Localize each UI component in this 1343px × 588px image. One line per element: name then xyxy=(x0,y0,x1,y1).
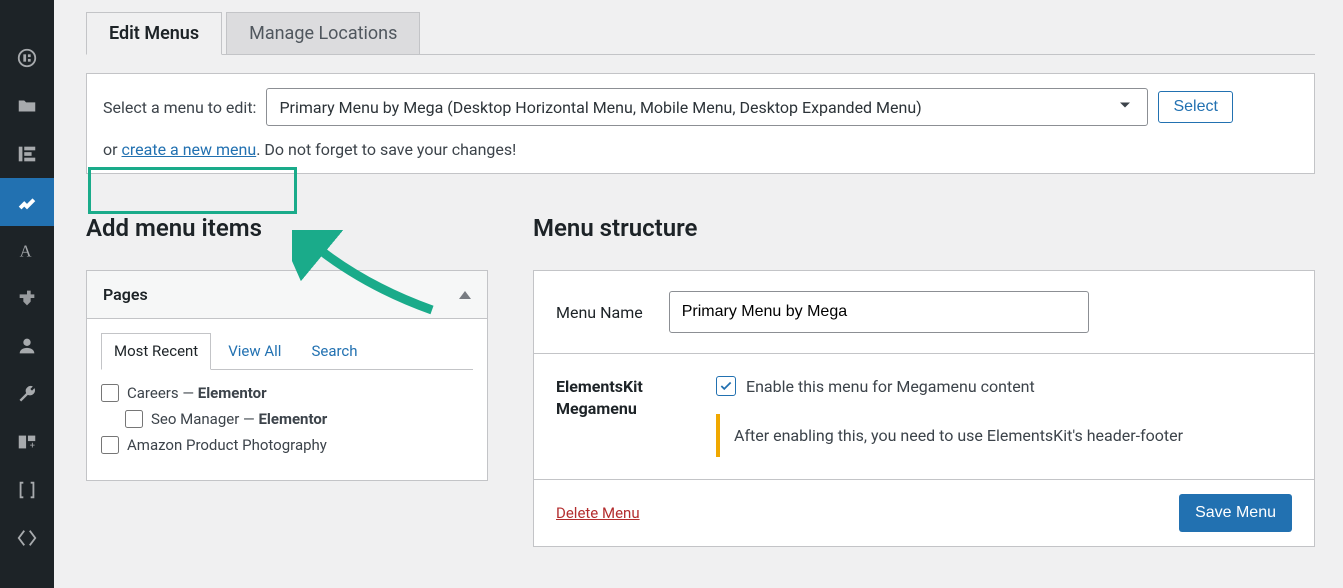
sidebar-template-icon[interactable] xyxy=(0,34,54,82)
menu-select-panel: Select a menu to edit: Primary Menu by M… xyxy=(86,73,1315,174)
megamenu-checkbox[interactable] xyxy=(716,376,736,396)
select-button[interactable]: Select xyxy=(1158,91,1232,123)
page-checkbox[interactable] xyxy=(101,384,119,402)
page-item[interactable]: Careers — Elementor xyxy=(101,380,473,406)
page-item-text: Seo Manager — xyxy=(151,410,258,428)
svg-text:+: + xyxy=(30,441,35,451)
pages-panel: Pages Most Recent View All Search Career… xyxy=(86,270,488,481)
pages-tab-search[interactable]: Search xyxy=(298,333,370,369)
sidebar-customhtml-icon[interactable]: + xyxy=(0,418,54,466)
sidebar-plugins-icon[interactable] xyxy=(0,274,54,322)
page-item[interactable]: Seo Manager — Elementor xyxy=(101,406,473,432)
pages-list[interactable]: Careers — Elementor Seo Manager — Elemen… xyxy=(87,370,487,480)
sidebar-folder-icon[interactable] xyxy=(0,82,54,130)
menu-name-input[interactable] xyxy=(669,291,1089,333)
page-checkbox[interactable] xyxy=(101,436,119,454)
menu-name-label: Menu Name xyxy=(556,303,643,322)
sidebar-brackets-icon[interactable] xyxy=(0,466,54,514)
chevron-down-icon xyxy=(1115,95,1135,119)
pages-tab-all[interactable]: View All xyxy=(215,333,294,369)
tab-manage-locations[interactable]: Manage Locations xyxy=(226,12,420,54)
svg-text:A: A xyxy=(20,241,32,260)
page-item[interactable]: Amazon Product Photography xyxy=(101,432,473,458)
sidebar-users-icon[interactable] xyxy=(0,322,54,370)
menu-structure-panel: Menu Name ElementsKitMegamenu Enable thi… xyxy=(533,270,1315,547)
page-item-text: Amazon Product Photography xyxy=(127,436,327,454)
or-prefix: or xyxy=(103,140,122,159)
menu-structure-title: Menu structure xyxy=(533,214,1315,242)
sidebar-typography-icon[interactable]: A xyxy=(0,226,54,274)
page-checkbox[interactable] xyxy=(125,410,143,428)
sidebar-elementskit-icon[interactable] xyxy=(0,130,54,178)
or-suffix: . Do not forget to save your changes! xyxy=(256,140,516,159)
page-item-text: Careers — xyxy=(127,384,198,402)
page-item-bold: Elementor xyxy=(258,410,327,428)
sidebar-tools-icon[interactable] xyxy=(0,370,54,418)
page-item-bold: Elementor xyxy=(198,384,267,402)
megamenu-label: ElementsKitMegamenu xyxy=(556,376,676,457)
pages-tab-recent[interactable]: Most Recent xyxy=(101,333,211,370)
nav-tabs: Edit Menus Manage Locations xyxy=(86,12,1315,55)
megamenu-enable-label: Enable this menu for Megamenu content xyxy=(746,377,1035,396)
add-menu-items-title: Add menu items xyxy=(86,214,488,242)
pages-panel-title: Pages xyxy=(103,285,148,304)
menu-dropdown[interactable]: Primary Menu by Mega (Desktop Horizontal… xyxy=(266,88,1148,126)
save-menu-button[interactable]: Save Menu xyxy=(1179,494,1292,532)
create-new-menu-link[interactable]: create a new menu xyxy=(122,140,257,159)
megamenu-note: After enabling this, you need to use Ele… xyxy=(716,414,1292,457)
sidebar-code-icon[interactable] xyxy=(0,514,54,562)
triangle-up-icon xyxy=(459,291,471,299)
menu-dropdown-value: Primary Menu by Mega (Desktop Horizontal… xyxy=(279,98,921,117)
sidebar-appearance-icon[interactable] xyxy=(0,178,54,226)
delete-menu-link[interactable]: Delete Menu xyxy=(556,504,640,522)
pages-panel-header[interactable]: Pages xyxy=(87,271,487,319)
create-menu-line: or create a new menu. Do not forget to s… xyxy=(103,140,1298,159)
select-menu-label: Select a menu to edit: xyxy=(103,98,256,117)
tab-edit-menus[interactable]: Edit Menus xyxy=(86,12,222,55)
